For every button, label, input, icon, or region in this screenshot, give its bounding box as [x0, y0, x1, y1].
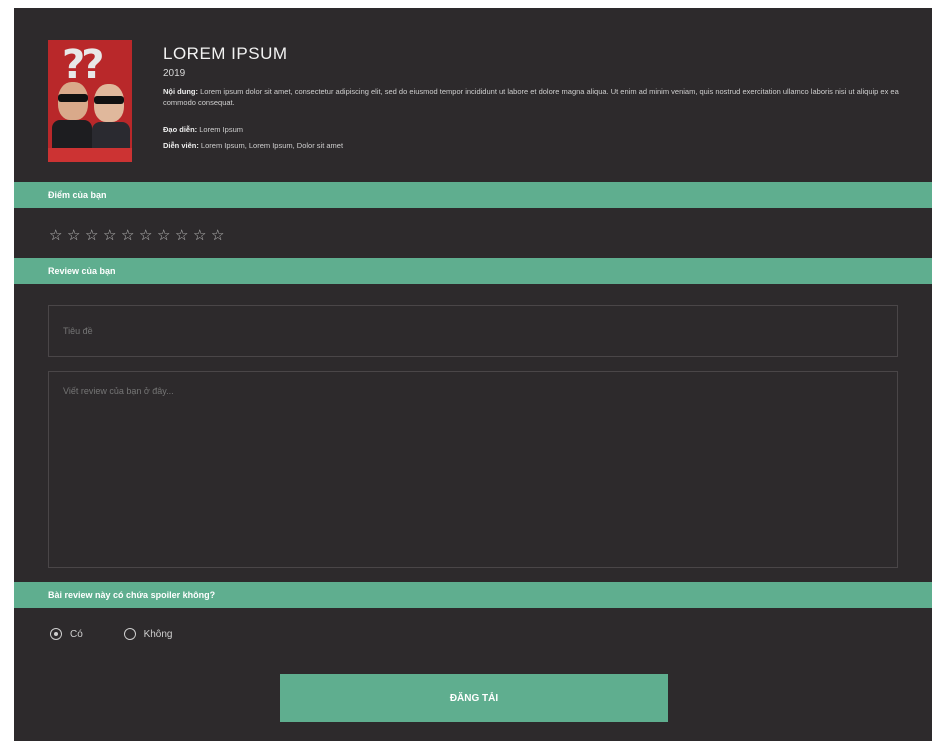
poster-title: ?? [62, 42, 104, 88]
score-section-label: Điểm của bạn [48, 190, 107, 200]
cast-line: Diễn viên: Lorem Ipsum, Lorem Ipsum, Dol… [163, 141, 343, 150]
movie-title: LOREM IPSUM [163, 44, 288, 63]
review-section-header: Review của bạn [14, 258, 932, 284]
star-icon[interactable]: ☆ [139, 226, 157, 244]
review-title-input[interactable] [48, 305, 898, 357]
score-section-header: Điểm của bạn [14, 182, 932, 208]
content-text: Lorem ipsum dolor sit amet, consectetur … [163, 87, 899, 107]
spoiler-section-label: Bài review này có chứa spoiler không? [48, 590, 216, 600]
review-body-textarea[interactable] [48, 371, 898, 568]
star-icon[interactable]: ☆ [103, 226, 121, 244]
spoiler-no-label: Không [143, 629, 173, 640]
spoiler-section-header: Bài review này có chứa spoiler không? [14, 582, 932, 608]
star-icon[interactable]: ☆ [121, 226, 139, 244]
star-icon[interactable]: ☆ [67, 226, 85, 244]
star-icon[interactable]: ☆ [193, 226, 211, 244]
director-label: Đạo diễn: [163, 125, 198, 134]
cast-value: Lorem Ipsum, Lorem Ipsum, Dolor sit amet [198, 141, 344, 150]
movie-description: Nội dung: Lorem ipsum dolor sit amet, co… [163, 86, 903, 108]
review-panel: ?? LOREM IPSUM 2019 Nội dung: Lorem ipsu… [14, 8, 932, 741]
submit-button[interactable]: ĐĂNG TẢI [280, 674, 668, 722]
movie-year: 2019 [163, 68, 186, 79]
spoiler-yes-radio[interactable]: Có [50, 627, 83, 643]
director-value: Lorem Ipsum [197, 125, 244, 134]
spoiler-no-radio[interactable]: Không [123, 627, 173, 643]
star-icon[interactable]: ☆ [49, 226, 67, 244]
cast-label: Diễn viên: [163, 141, 199, 150]
star-icon[interactable]: ☆ [85, 226, 103, 244]
movie-info: ?? LOREM IPSUM 2019 Nội dung: Lorem ipsu… [14, 8, 932, 178]
review-section-label: Review của bạn [48, 266, 116, 276]
star-icon[interactable]: ☆ [157, 226, 175, 244]
spoiler-yes-label: Có [70, 629, 83, 640]
star-icon[interactable]: ☆ [211, 226, 229, 244]
radio-checked-icon[interactable] [50, 628, 62, 640]
content-label: Nội dung: [163, 87, 198, 96]
director-line: Đạo diễn: Lorem Ipsum [163, 125, 243, 134]
spoiler-radio-group: Có Không [50, 627, 211, 643]
radio-unchecked-icon[interactable] [123, 628, 136, 640]
movie-poster: ?? [48, 40, 132, 162]
star-icon[interactable]: ☆ [175, 226, 193, 244]
star-rating: ☆ ☆ ☆ ☆ ☆ ☆ ☆ ☆ ☆ ☆ [49, 226, 229, 246]
